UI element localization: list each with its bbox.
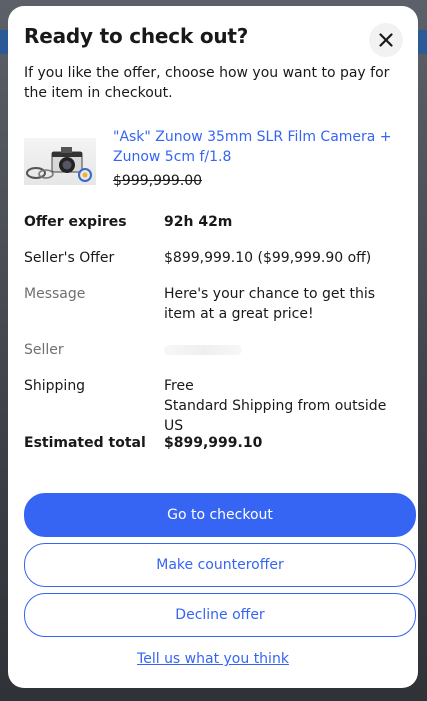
sellers-offer-label: Seller's Offer <box>24 250 115 266</box>
decline-offer-button[interactable]: Decline offer <box>24 593 416 637</box>
feedback-link[interactable]: Tell us what you think <box>137 651 289 667</box>
message-label: Message <box>24 286 86 302</box>
close-button[interactable] <box>369 23 403 57</box>
dialog-intro: If you like the offer, choose how you wa… <box>24 65 390 101</box>
dialog-title: Ready to check out? <box>24 24 249 48</box>
make-counteroffer-button[interactable]: Make counteroffer <box>24 543 416 587</box>
sellers-offer-value: $899,999.10 ($99,999.90 off) <box>164 250 372 266</box>
item-title-link[interactable]: "Ask" Zunow 35mm SLR Film Camera + Zunow… <box>113 127 408 167</box>
seller-name-redacted <box>164 345 242 355</box>
estimated-total-value: $899,999.10 <box>164 435 263 451</box>
shipping-method: Standard Shipping from outside US <box>164 398 387 434</box>
seller-value <box>164 340 408 361</box>
offer-expires-label: Offer expires <box>24 214 127 230</box>
estimated-total-label: Estimated total <box>24 435 146 451</box>
item-original-price: $999,999.00 <box>113 173 203 189</box>
item-thumbnail[interactable] <box>24 138 96 185</box>
shipping-value: Free Standard Shipping from outside US <box>164 376 408 436</box>
checkout-offer-dialog: Ready to check out? If you like the offe… <box>8 6 418 688</box>
offer-expires-value: 92h 42m <box>164 214 233 230</box>
go-to-checkout-button[interactable]: Go to checkout <box>24 493 416 537</box>
background-edge-right <box>417 30 427 54</box>
camera-image <box>26 147 92 182</box>
item-summary: "Ask" Zunow 35mm SLR Film Camera + Zunow… <box>24 126 408 196</box>
shipping-label: Shipping <box>24 378 86 394</box>
seller-label: Seller <box>24 342 64 358</box>
feedback-area: Tell us what you think <box>8 651 418 667</box>
close-icon <box>379 33 393 47</box>
shipping-cost: Free <box>164 378 194 394</box>
message-value: Here's your chance to get this item at a… <box>164 286 375 322</box>
